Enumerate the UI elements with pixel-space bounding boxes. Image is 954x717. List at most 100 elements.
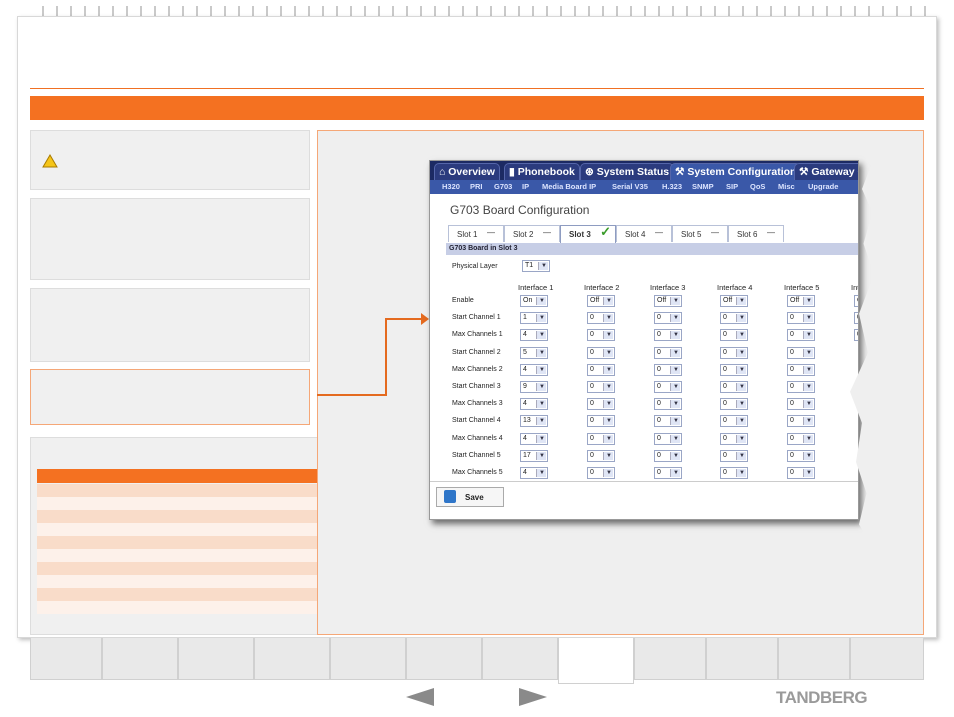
slot-tab-1[interactable]: Slot 1—	[448, 225, 504, 242]
interface-select[interactable]: 1 ▼	[520, 312, 548, 325]
previous-page-arrow-icon[interactable]	[406, 688, 434, 706]
interface-select[interactable]: 0▼	[787, 449, 815, 462]
interface-select[interactable]: 0▼	[720, 329, 748, 342]
interface-select[interactable]: 0▼	[654, 398, 682, 411]
tab-system-status[interactable]: ⊛ System Status	[580, 163, 675, 180]
subtab-media-board-ip[interactable]: Media Board IP	[542, 182, 596, 191]
chapter-tab-selected[interactable]	[558, 638, 634, 684]
slot-tab-2[interactable]: Slot 2—	[504, 225, 560, 242]
interface-select[interactable]: 4 ▼	[520, 398, 548, 411]
slot-tab-5[interactable]: Slot 5—	[672, 225, 728, 242]
interface-select[interactable]: 0▼	[720, 398, 748, 411]
interface-select[interactable]: Off ▼	[587, 295, 615, 307]
interface-select[interactable]: 4 ▼	[520, 467, 548, 479]
chapter-tab[interactable]	[102, 638, 178, 680]
interface-select[interactable]: 17 ▼	[520, 449, 548, 462]
interface-select[interactable]: O▼	[854, 295, 858, 307]
interface-select[interactable]: 0▼	[787, 432, 815, 445]
row-label: Start Channel 3	[452, 383, 501, 390]
interface-select[interactable]: 5 ▼	[520, 346, 548, 359]
tab-phonebook[interactable]: ▮ Phonebook	[504, 163, 580, 180]
interface-select[interactable]: 0▼	[787, 346, 815, 359]
interface-select[interactable]: 4 ▼	[520, 363, 548, 376]
interface-select[interactable]: 9 ▼	[520, 381, 548, 393]
interface-select[interactable]: 0▼	[720, 363, 748, 376]
chapter-tab[interactable]	[178, 638, 254, 680]
interface-select[interactable]: 0▼	[587, 415, 615, 428]
interface-select[interactable]: 0▼	[720, 449, 748, 462]
interface-select[interactable]: On ▼	[520, 295, 548, 307]
subtab-misc[interactable]: Misc	[778, 182, 795, 191]
chapter-tab[interactable]	[254, 638, 330, 680]
interface-select[interactable]: 0▼	[587, 398, 615, 411]
interface-select[interactable]: 0▼	[587, 363, 615, 376]
interface-select[interactable]: 0▼	[787, 312, 815, 325]
interface-select[interactable]: 0▼	[587, 346, 615, 359]
interface-select[interactable]: 0▼	[654, 329, 682, 342]
interface-select[interactable]: 0▼	[720, 467, 748, 479]
interface-select[interactable]: 4 ▼	[520, 432, 548, 445]
next-page-arrow-icon[interactable]	[519, 688, 547, 706]
chapter-tab[interactable]	[634, 638, 706, 680]
interface-select[interactable]: 0▼	[587, 449, 615, 462]
interface-select[interactable]: 0▼	[587, 381, 615, 393]
interface-select[interactable]: 0▼	[787, 415, 815, 428]
slot-tab-3[interactable]: Slot 3 ✓	[560, 224, 616, 243]
subtab-g703[interactable]: G703	[494, 182, 512, 191]
tab-gateway[interactable]: ⚒ Gateway C	[794, 163, 858, 180]
slot-tab-4[interactable]: Slot 4—	[616, 225, 672, 242]
interface-select[interactable]: 0▼	[720, 346, 748, 359]
chapter-tab[interactable]	[706, 638, 778, 680]
chevron-down-icon: ▼	[673, 332, 679, 339]
subtab-sip[interactable]: SIP	[726, 182, 738, 191]
interface-select[interactable]: 0▼	[587, 432, 615, 445]
interface-select[interactable]: 0▼	[787, 329, 815, 342]
interface-select[interactable]: 0▼	[787, 467, 815, 479]
interface-select[interactable]: 0▼	[654, 432, 682, 445]
interface-select[interactable]: Off ▼	[720, 295, 748, 307]
interface-select[interactable]: 0▼	[854, 312, 858, 325]
interface-select[interactable]: 0▼	[587, 329, 615, 342]
chapter-tab[interactable]	[778, 638, 850, 680]
interface-select[interactable]: 0▼	[654, 415, 682, 428]
interface-select[interactable]: 0▼	[654, 449, 682, 462]
interface-select[interactable]: 0▼	[787, 363, 815, 376]
interface-select[interactable]: 0▼	[654, 346, 682, 359]
interface-select[interactable]: Off ▼	[787, 295, 815, 307]
interface-select[interactable]: 0▼	[787, 398, 815, 411]
chapter-tab[interactable]	[330, 638, 406, 680]
interface-select[interactable]: 0▼	[720, 312, 748, 325]
interface-select[interactable]: 0▼	[654, 381, 682, 393]
physical-layer-select[interactable]: T1 ▼	[522, 260, 550, 272]
interface-select[interactable]: 0▼	[720, 381, 748, 393]
subtab-h320[interactable]: H320	[442, 182, 460, 191]
interface-select[interactable]: 0▼	[787, 381, 815, 393]
subtab-pri[interactable]: PRI	[470, 182, 483, 191]
interface-select[interactable]: 4 ▼	[520, 329, 548, 342]
chapter-tab[interactable]	[850, 638, 924, 680]
subtab-ip[interactable]: IP	[522, 182, 529, 191]
subtab-serial-v35[interactable]: Serial V35	[612, 182, 648, 191]
interface-select[interactable]: 0▼	[587, 312, 615, 325]
interface-select[interactable]: 13 ▼	[520, 415, 548, 428]
subtab-snmp[interactable]: SNMP	[692, 182, 714, 191]
interface-select[interactable]: 0▼	[587, 467, 615, 479]
interface-select[interactable]: 0▼	[854, 329, 858, 342]
subtab-h323[interactable]: H.323	[662, 182, 682, 191]
subtab-qos[interactable]: QoS	[750, 182, 765, 191]
interface-select[interactable]: 0▼	[654, 467, 682, 479]
chapter-tab[interactable]	[482, 638, 558, 680]
tab-overview[interactable]: ⌂ Overview	[434, 163, 500, 180]
interface-select[interactable]: 0▼	[654, 312, 682, 325]
subtab-upgrade[interactable]: Upgrade	[808, 182, 838, 191]
interface-select[interactable]: 0▼	[654, 363, 682, 376]
chapter-tab[interactable]	[30, 638, 102, 680]
interface-select[interactable]: 0▼	[720, 432, 748, 445]
interface-select[interactable]: Off ▼	[654, 295, 682, 307]
slot-tab-6[interactable]: Slot 6—	[728, 225, 784, 242]
dash-icon: —	[767, 228, 775, 237]
chapter-tab[interactable]	[406, 638, 482, 680]
tab-system-configuration[interactable]: ⚒ System Configuration	[670, 163, 802, 180]
interface-select[interactable]: 0▼	[720, 415, 748, 428]
chevron-down-icon: ▼	[806, 332, 812, 339]
